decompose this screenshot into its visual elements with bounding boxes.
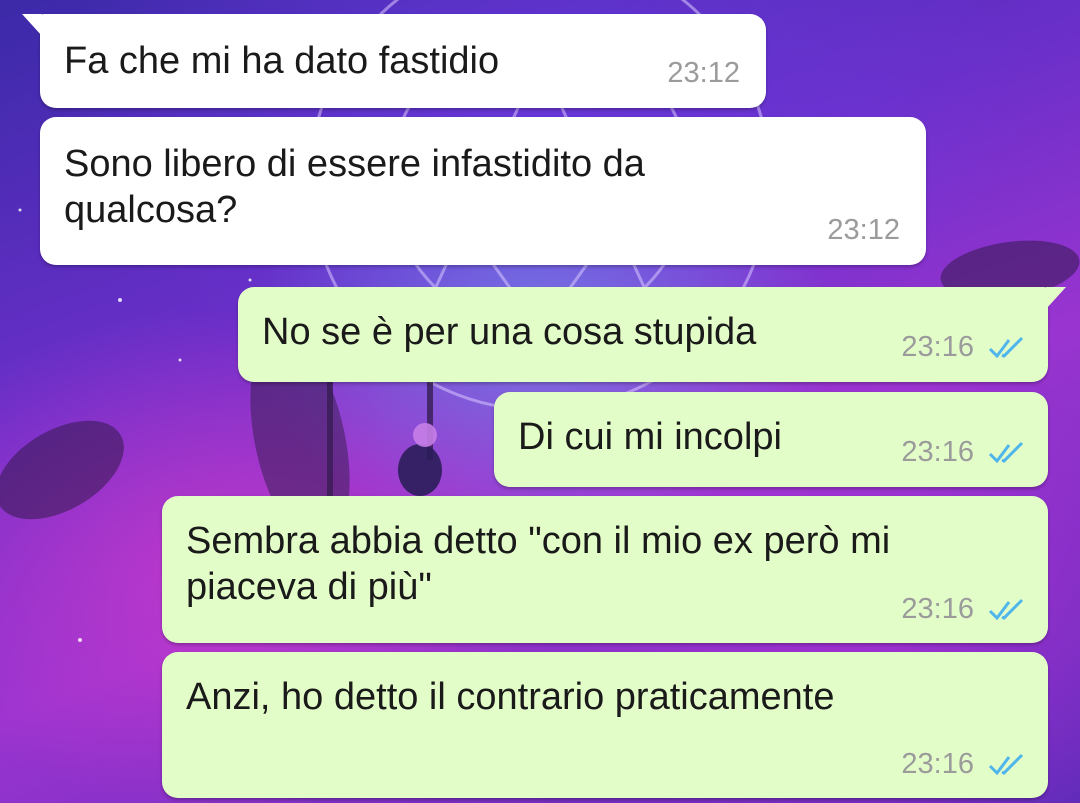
message-timestamp: 23:16 [901,331,974,363]
bubble-tail [22,14,42,36]
outgoing-message-bubble[interactable]: Anzi, ho detto il contrario praticamente… [162,652,1048,798]
message-text: Sembra abbia detto "con il mio ex però m… [186,520,891,608]
double-check-icon [988,598,1024,621]
bead-decoration [398,444,442,496]
message-text: Anzi, ho detto il contrario praticamente [186,676,835,718]
message-timestamp: 23:16 [901,436,974,468]
double-check-icon [988,753,1024,776]
double-check-icon [988,441,1024,464]
outgoing-message-bubble[interactable]: Di cui mi incolpi 23:16 [494,392,1048,487]
incoming-message-bubble[interactable]: Sono libero di essere infastidito da qua… [40,117,926,265]
message-timestamp: 23:12 [667,57,740,89]
outgoing-message-bubble[interactable]: No se è per una cosa stupida 23:16 [238,287,1066,382]
message-text: No se è per una cosa stupida [262,311,757,353]
message-text: Di cui mi incolpi [518,416,782,458]
incoming-message-bubble[interactable]: Fa che mi ha dato fastidio 23:12 [22,14,766,108]
message-timestamp: 23:16 [901,748,974,780]
double-check-icon [988,336,1024,359]
message-timestamp: 23:16 [901,593,974,625]
message-text: Fa che mi ha dato fastidio [64,40,500,82]
outgoing-message-bubble[interactable]: Sembra abbia detto "con il mio ex però m… [162,496,1048,643]
bubble-tail [1046,287,1066,309]
message-text: Sono libero di essere infastidito da qua… [64,143,645,231]
message-timestamp: 23:12 [827,214,900,246]
